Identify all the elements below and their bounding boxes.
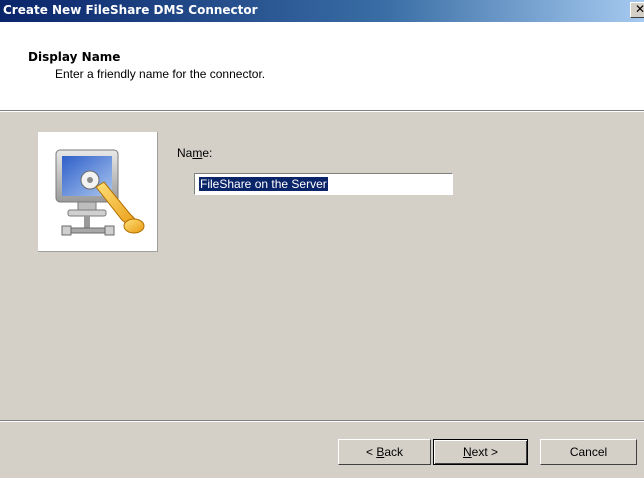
connector-computer-key-icon (55, 149, 145, 236)
name-input[interactable]: FileShare on the Server (194, 173, 453, 195)
close-button[interactable]: ✕ (630, 2, 644, 18)
close-icon: ✕ (635, 2, 644, 16)
page-subtitle: Enter a friendly name for the connector. (55, 67, 266, 81)
name-label: Name: (177, 146, 213, 160)
header-divider (0, 110, 644, 112)
title-bar[interactable]: Create New FileShare DMS Connector ✕ (0, 0, 644, 22)
wizard-image (38, 132, 158, 252)
page-title: Display Name (28, 50, 121, 64)
cancel-button[interactable]: Cancel (540, 439, 637, 465)
wizard-header: Display Name Enter a friendly name for t… (0, 22, 644, 110)
name-input-value[interactable]: FileShare on the Server (199, 177, 328, 191)
footer-divider (0, 420, 644, 422)
back-button[interactable]: < Back (338, 439, 431, 465)
window-title: Create New FileShare DMS Connector (3, 3, 258, 17)
wizard-window: Create New FileShare DMS Connector ✕ Dis… (0, 0, 644, 478)
next-button[interactable]: Next > (433, 439, 528, 465)
